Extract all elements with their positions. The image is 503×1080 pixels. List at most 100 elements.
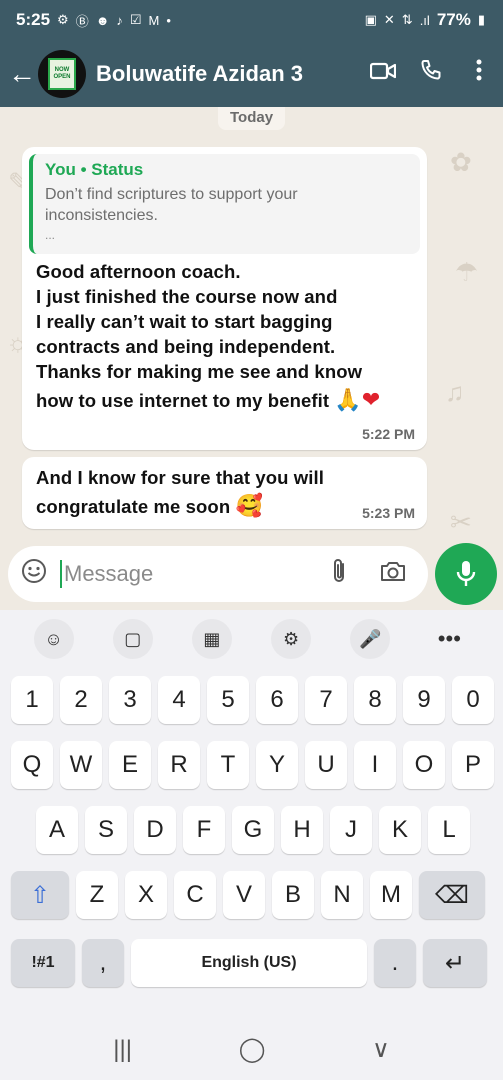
key-n[interactable]: N <box>321 871 363 919</box>
key-7[interactable]: 7 <box>305 676 347 724</box>
key-5[interactable]: 5 <box>207 676 249 724</box>
chat-area[interactable]: ✎ ✿ ☂ ♫ ☼ ✂ Today You • Status Don’t fin… <box>0 107 503 610</box>
key-t[interactable]: T <box>207 741 249 789</box>
key-b[interactable]: B <box>272 871 314 919</box>
more-options-icon[interactable] <box>455 58 503 89</box>
key-r[interactable]: R <box>158 741 200 789</box>
emoji-picker-icon[interactable] <box>8 558 60 591</box>
notification-icon: ⚙ <box>57 12 69 27</box>
key-d[interactable]: D <box>134 806 176 854</box>
key-c[interactable]: C <box>174 871 216 919</box>
date-divider: Today <box>218 107 286 130</box>
message-line: And I know for sure that you will <box>36 467 325 488</box>
folded-hands-emoji-icon: 🙏 <box>334 387 362 412</box>
key-w[interactable]: W <box>60 741 102 789</box>
message-text: And I know for sure that you will congra… <box>36 465 324 519</box>
back-chevron-icon[interactable]: ∨ <box>372 1035 390 1064</box>
attach-paperclip-icon[interactable] <box>312 557 366 592</box>
key-4[interactable]: 4 <box>158 676 200 724</box>
recent-apps-icon[interactable]: ||| <box>113 1036 132 1064</box>
key-s[interactable]: S <box>85 806 127 854</box>
message-bubble[interactable]: And I know for sure that you will congra… <box>22 457 427 529</box>
enter-key-icon[interactable]: ↵ <box>423 939 487 987</box>
message-timestamp: 5:23 PM <box>362 505 415 521</box>
avatar-text-line: OPEN <box>53 73 71 80</box>
message-line-with-emoji: how to use internet to my benefit 🙏❤ <box>36 387 380 413</box>
message-line: Good afternoon coach. <box>36 261 241 282</box>
number-row: 1 2 3 4 5 6 7 8 9 0 <box>0 676 503 724</box>
message-line: Thanks for making me see and know <box>36 361 363 382</box>
quoted-status[interactable]: You • Status Don’t find scriptures to su… <box>29 154 420 254</box>
more-tools-icon[interactable]: ••• <box>429 619 469 659</box>
camera-icon[interactable] <box>366 559 420 590</box>
checkbox-icon: ☑ <box>129 12 142 27</box>
voice-input-icon[interactable]: 🎤 <box>350 619 391 659</box>
bottom-key-row: !#1 , English (US) . ↵ <box>0 939 503 987</box>
keypad-icon[interactable]: ▦ <box>191 619 232 659</box>
avatar-image: NOW OPEN <box>48 57 76 90</box>
key-a[interactable]: A <box>36 806 78 854</box>
key-o[interactable]: O <box>403 741 445 789</box>
voice-call-icon[interactable] <box>407 58 455 89</box>
key-8[interactable]: 8 <box>354 676 396 724</box>
key-1[interactable]: 1 <box>11 676 53 724</box>
key-g[interactable]: G <box>232 806 274 854</box>
app-bar: ← NOW OPEN Boluwatife Azidan 3 <box>0 40 503 107</box>
key-y[interactable]: Y <box>256 741 298 789</box>
key-v[interactable]: V <box>223 871 265 919</box>
key-i[interactable]: I <box>354 741 396 789</box>
gmail-icon: M <box>148 12 160 28</box>
sim-icon: ▣ <box>364 12 377 27</box>
key-6[interactable]: 6 <box>256 676 298 724</box>
key-h[interactable]: H <box>281 806 323 854</box>
doodle-icon: ♫ <box>445 377 465 407</box>
space-key[interactable]: English (US) <box>131 939 367 987</box>
symbols-key[interactable]: !#1 <box>11 939 75 987</box>
clipboard-icon[interactable]: ▢ <box>112 619 153 659</box>
doodle-icon: ☂ <box>455 257 479 287</box>
message-input[interactable] <box>62 561 312 587</box>
key-m[interactable]: M <box>370 871 412 919</box>
microphone-icon <box>456 561 476 586</box>
voice-record-button[interactable] <box>435 543 497 605</box>
key-e[interactable]: E <box>109 741 151 789</box>
key-f[interactable]: F <box>183 806 225 854</box>
key-x[interactable]: X <box>125 871 167 919</box>
letter-row-3: ⇧ Z X C V B N M ⌫ <box>0 871 503 919</box>
quote-more: ... <box>45 228 56 242</box>
back-arrow-icon[interactable]: ← <box>4 58 40 90</box>
key-p[interactable]: P <box>452 741 494 789</box>
emoji-keyboard-icon[interactable]: ☺ <box>33 619 74 659</box>
message-input-bar <box>8 546 428 602</box>
battery-icon: ▮ <box>477 12 485 27</box>
status-time: 5:25 <box>16 10 51 29</box>
settings-gear-icon[interactable]: ⚙ <box>271 619 312 659</box>
key-l[interactable]: L <box>428 806 470 854</box>
key-2[interactable]: 2 <box>60 676 102 724</box>
data-icon: ⇅ <box>401 12 413 27</box>
key-q[interactable]: Q <box>11 741 53 789</box>
key-u[interactable]: U <box>305 741 347 789</box>
backspace-key-icon[interactable]: ⌫ <box>419 871 485 919</box>
comma-key[interactable]: , <box>82 939 124 987</box>
key-j[interactable]: J <box>330 806 372 854</box>
on-screen-keyboard: ☺ ▢ ▦ ⚙ 🎤 ••• 1 2 3 4 5 6 7 8 9 0 Q W E … <box>0 610 503 1080</box>
shift-key-icon[interactable]: ⇧ <box>11 871 69 919</box>
period-key[interactable]: . <box>374 939 416 987</box>
contact-name[interactable]: Boluwatife Azidan 3 <box>96 61 359 87</box>
tiktok-icon: ♪ <box>116 12 123 28</box>
key-k[interactable]: K <box>379 806 421 854</box>
home-icon[interactable]: ◯ <box>239 1035 266 1064</box>
avatar-text-line: NOW <box>54 66 70 73</box>
message-line-with-emoji: congratulate me soon 🥰 <box>36 493 324 519</box>
message-line: I just finished the course now and <box>36 286 338 307</box>
message-bubble[interactable]: You • Status Don’t find scriptures to su… <box>22 147 427 450</box>
letter-row-2: A S D F G H J K L <box>0 806 503 854</box>
key-9[interactable]: 9 <box>403 676 445 724</box>
key-0[interactable]: 0 <box>452 676 494 724</box>
key-z[interactable]: Z <box>76 871 118 919</box>
video-call-icon[interactable] <box>359 60 407 88</box>
message-line: how to use internet to my benefit <box>36 390 330 411</box>
contact-avatar[interactable]: NOW OPEN <box>38 49 86 98</box>
key-3[interactable]: 3 <box>109 676 151 724</box>
